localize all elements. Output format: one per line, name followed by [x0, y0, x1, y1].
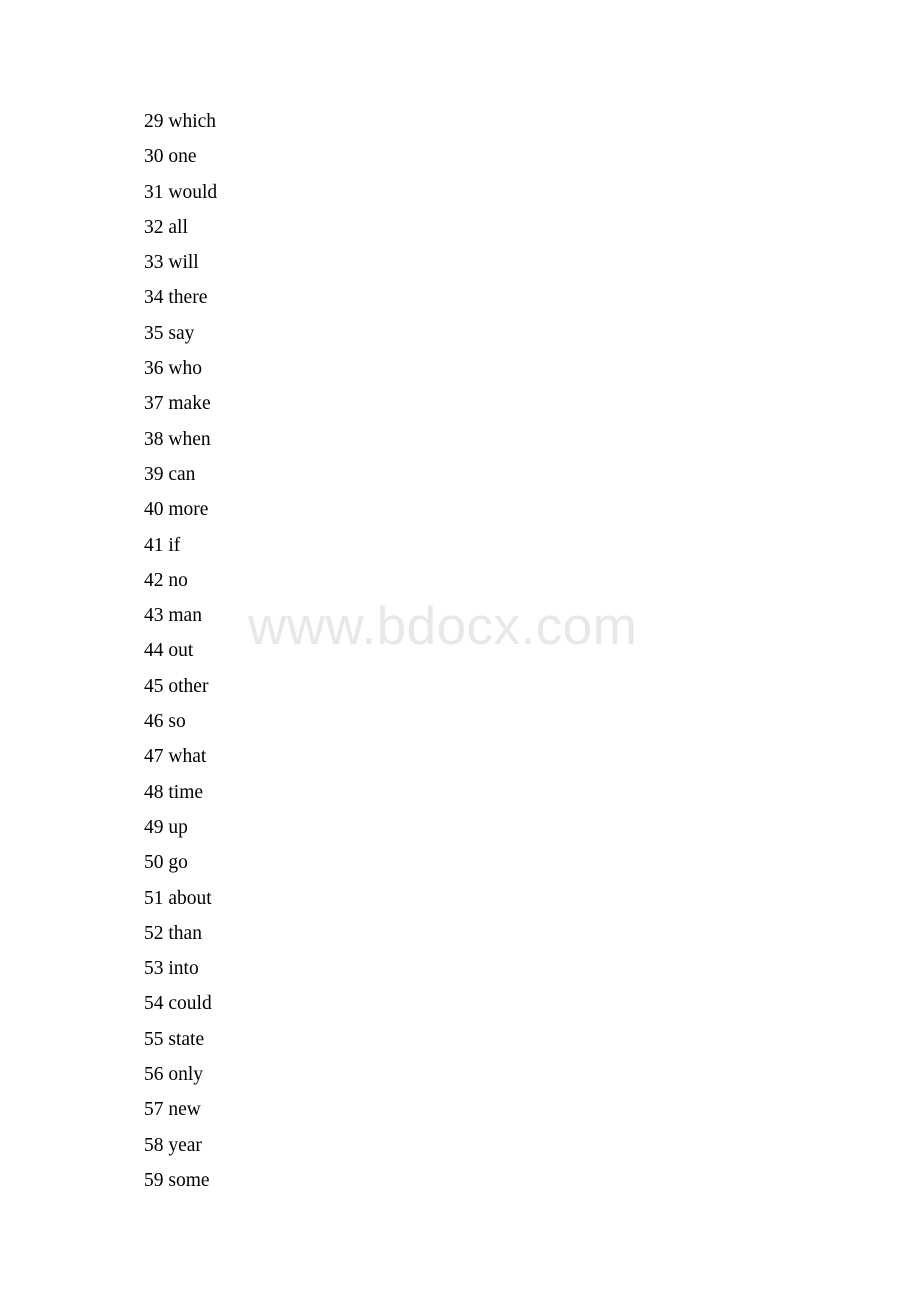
- list-item-word: if: [168, 534, 181, 556]
- list-item: 46 so: [144, 704, 860, 739]
- list-item: 30 one: [144, 139, 860, 174]
- list-item-number: 42: [144, 569, 164, 591]
- list-item-word: one: [168, 146, 197, 168]
- list-item-word: who: [168, 358, 202, 380]
- list-item-word: what: [168, 746, 207, 768]
- list-item-word: could: [168, 993, 212, 1015]
- list-item-number: 56: [144, 1064, 164, 1086]
- list-item-number: 44: [144, 640, 164, 662]
- list-item: 38 when: [144, 422, 860, 457]
- list-item-number: 31: [144, 181, 164, 203]
- list-item-number: 39: [144, 463, 164, 485]
- list-item-word: up: [168, 816, 188, 838]
- list-item: 43 man: [144, 598, 860, 633]
- list-item-number: 34: [144, 287, 164, 309]
- list-item-number: 29: [144, 111, 164, 132]
- list-item-number: 37: [144, 393, 164, 415]
- list-item: 31 would: [144, 175, 860, 210]
- list-item: 56 only: [144, 1057, 860, 1092]
- list-item-word: will: [168, 252, 199, 274]
- list-item-number: 58: [144, 1134, 164, 1156]
- list-item-word: say: [168, 322, 195, 344]
- list-item-number: 32: [144, 216, 164, 238]
- list-item-number: 53: [144, 958, 164, 980]
- list-item-number: 45: [144, 675, 164, 697]
- list-item: 50 go: [144, 845, 860, 880]
- document-page: www.bdocx.com 29 which 30 one 31 would 32 a…: [0, 0, 920, 1302]
- list-item: 33 will: [144, 245, 860, 280]
- list-item: 55 state: [144, 1022, 860, 1057]
- list-item: 59 some: [144, 1163, 860, 1198]
- list-item: 44 out: [144, 633, 860, 668]
- list-item-word: would: [168, 181, 218, 203]
- list-item-word: than: [168, 922, 202, 944]
- list-item-word: make: [168, 393, 211, 415]
- list-item: 42 no: [144, 563, 860, 598]
- list-item-number: 38: [144, 428, 164, 450]
- list-item: 45 other: [144, 669, 860, 704]
- list-item-word: so: [168, 711, 186, 733]
- list-item-word: new: [168, 1099, 201, 1121]
- list-item: 39 can: [144, 457, 860, 492]
- list-item-word: can: [168, 463, 196, 485]
- list-item-word: year: [168, 1134, 202, 1156]
- list-item-word: all: [168, 216, 188, 238]
- list-item: 54 could: [144, 986, 860, 1021]
- list-item: 37 make: [144, 386, 860, 421]
- list-item-number: 50: [144, 852, 164, 874]
- list-item-number: 51: [144, 887, 164, 909]
- list-item-word: about: [168, 887, 212, 909]
- list-item: 32 all: [144, 210, 860, 245]
- list-item: 58 year: [144, 1128, 860, 1163]
- list-item-word: man: [168, 605, 202, 627]
- list-item-number: 57: [144, 1099, 164, 1121]
- list-item-number: 30: [144, 146, 164, 168]
- numbered-word-list: 29 which 30 one 31 would 32 all 33 will 34 th…: [144, 104, 860, 1198]
- list-item: 40 more: [144, 492, 860, 527]
- list-item-word: into: [168, 958, 199, 980]
- list-item-word: which: [168, 111, 217, 132]
- list-item-number: 33: [144, 252, 164, 274]
- list-item-word: there: [168, 287, 208, 309]
- list-item-word: other: [168, 675, 209, 697]
- list-item-word: out: [168, 640, 194, 662]
- list-item: 36 who: [144, 351, 860, 386]
- list-item-word: more: [168, 499, 209, 521]
- list-item-number: 35: [144, 322, 164, 344]
- list-item: 29 which: [144, 104, 860, 139]
- list-item-number: 48: [144, 781, 164, 803]
- list-item-word: time: [168, 781, 204, 803]
- list-item-word: go: [168, 852, 188, 874]
- document-body: 29 which 30 one 31 would 32 all 33 will 34 th…: [144, 104, 860, 1198]
- list-item: 57 new: [144, 1092, 860, 1127]
- list-item-number: 40: [144, 499, 164, 521]
- list-item-number: 36: [144, 358, 164, 380]
- list-item: 48 time: [144, 775, 860, 810]
- list-item-number: 43: [144, 605, 164, 627]
- list-item-number: 52: [144, 922, 164, 944]
- list-item-word: no: [168, 569, 188, 591]
- list-item-number: 49: [144, 816, 164, 838]
- list-item-number: 41: [144, 534, 164, 556]
- list-item: 47 what: [144, 739, 860, 774]
- list-item-number: 55: [144, 1028, 164, 1050]
- list-item: 53 into: [144, 951, 860, 986]
- list-item: 34 there: [144, 280, 860, 315]
- list-item-word: state: [168, 1028, 205, 1050]
- list-item: 51 about: [144, 881, 860, 916]
- list-item-number: 54: [144, 993, 164, 1015]
- list-item-word: some: [168, 1169, 210, 1191]
- list-item-number: 47: [144, 746, 164, 768]
- list-item: 52 than: [144, 916, 860, 951]
- list-item-word: when: [168, 428, 211, 450]
- list-item: 41 if: [144, 528, 860, 563]
- list-item-word: only: [168, 1064, 204, 1086]
- list-item-number: 46: [144, 711, 164, 733]
- list-item: 35 say: [144, 316, 860, 351]
- list-item: 49 up: [144, 810, 860, 845]
- list-item-number: 59: [144, 1169, 164, 1191]
